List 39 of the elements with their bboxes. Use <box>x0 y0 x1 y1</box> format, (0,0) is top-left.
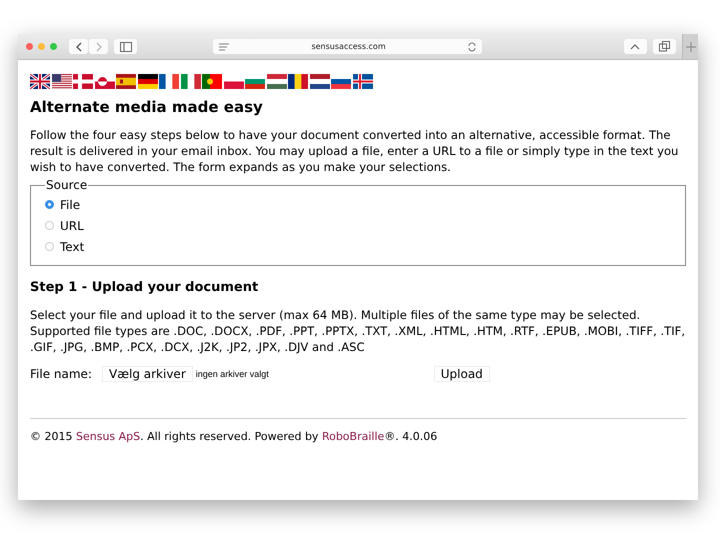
product-link[interactable]: RoboBraille <box>322 430 384 443</box>
radio-button[interactable] <box>45 200 54 209</box>
url-text: sensusaccess.com <box>310 42 387 51</box>
radio-button[interactable] <box>45 221 54 230</box>
field-label: File name: <box>30 367 93 381</box>
share-button[interactable] <box>624 39 648 54</box>
flag-icon[interactable] <box>352 74 372 89</box>
tabs-button[interactable] <box>653 39 676 54</box>
fieldset-legend: Source <box>45 178 88 192</box>
back-button[interactable] <box>69 39 88 54</box>
radio-label[interactable]: File <box>60 198 80 212</box>
caret-up-icon <box>630 42 640 50</box>
sidebar-icon <box>120 42 132 52</box>
choose-files-button[interactable]: Vælg arkiver <box>102 366 193 382</box>
flag-icon[interactable] <box>138 74 158 89</box>
reader-icon[interactable] <box>219 42 230 50</box>
page-heading: Alternate media made easy <box>30 98 264 116</box>
upload-button[interactable]: Upload <box>434 366 490 382</box>
chevron-left-icon <box>74 42 82 52</box>
address-bar[interactable]: sensusaccess.com <box>213 39 482 54</box>
flag-icon[interactable] <box>288 74 308 89</box>
reload-icon[interactable] <box>468 42 476 52</box>
chevron-right-icon <box>94 42 102 52</box>
flag-icon[interactable] <box>310 74 330 89</box>
footer-text: © 2015 Sensus ApS. All rights reserved. Powered by RoboBraille®. 4.0.06 <box>30 430 438 443</box>
flag-icon[interactable] <box>30 74 50 89</box>
sidebar-button[interactable] <box>114 39 138 54</box>
intro-paragraph: Follow the four easy steps below to have your document converted into an alternative, accessible format. The result is delivered in your email inbox. You may upload a file, enter a URL to a file or simply type in the text you wish to have converted. The form expands as you make your selections. <box>30 127 680 175</box>
step-heading: Step 1 - Upload your document <box>30 280 260 295</box>
flag-icon[interactable] <box>52 74 72 89</box>
tabs-icon <box>659 41 670 52</box>
radio-label[interactable]: URL <box>60 218 84 232</box>
company-link[interactable]: Sensus ApS <box>76 430 140 443</box>
plus-icon <box>686 42 696 52</box>
flag-icon[interactable] <box>159 74 179 89</box>
step-description: Select your file and upload it to the server (max 64 MB). Multiple files of the same type may be selected. Supported file types are .DOC, .DOCX, .PDF, .PPT, .PPTX, .TXT, .XML, .HTML, .HTM, .RTF, .EPUB, .MOBI, .TIFF, .TIF, .GIF, .JPG, .BMP, .PCX, .DCX, .J2K, .JP2, .JPX, .DJV and .ASC <box>30 307 686 355</box>
radio-button[interactable] <box>45 242 54 251</box>
radio-label[interactable]: Text <box>60 240 84 254</box>
file-status-text: ingen arkiver valgt <box>196 369 270 379</box>
